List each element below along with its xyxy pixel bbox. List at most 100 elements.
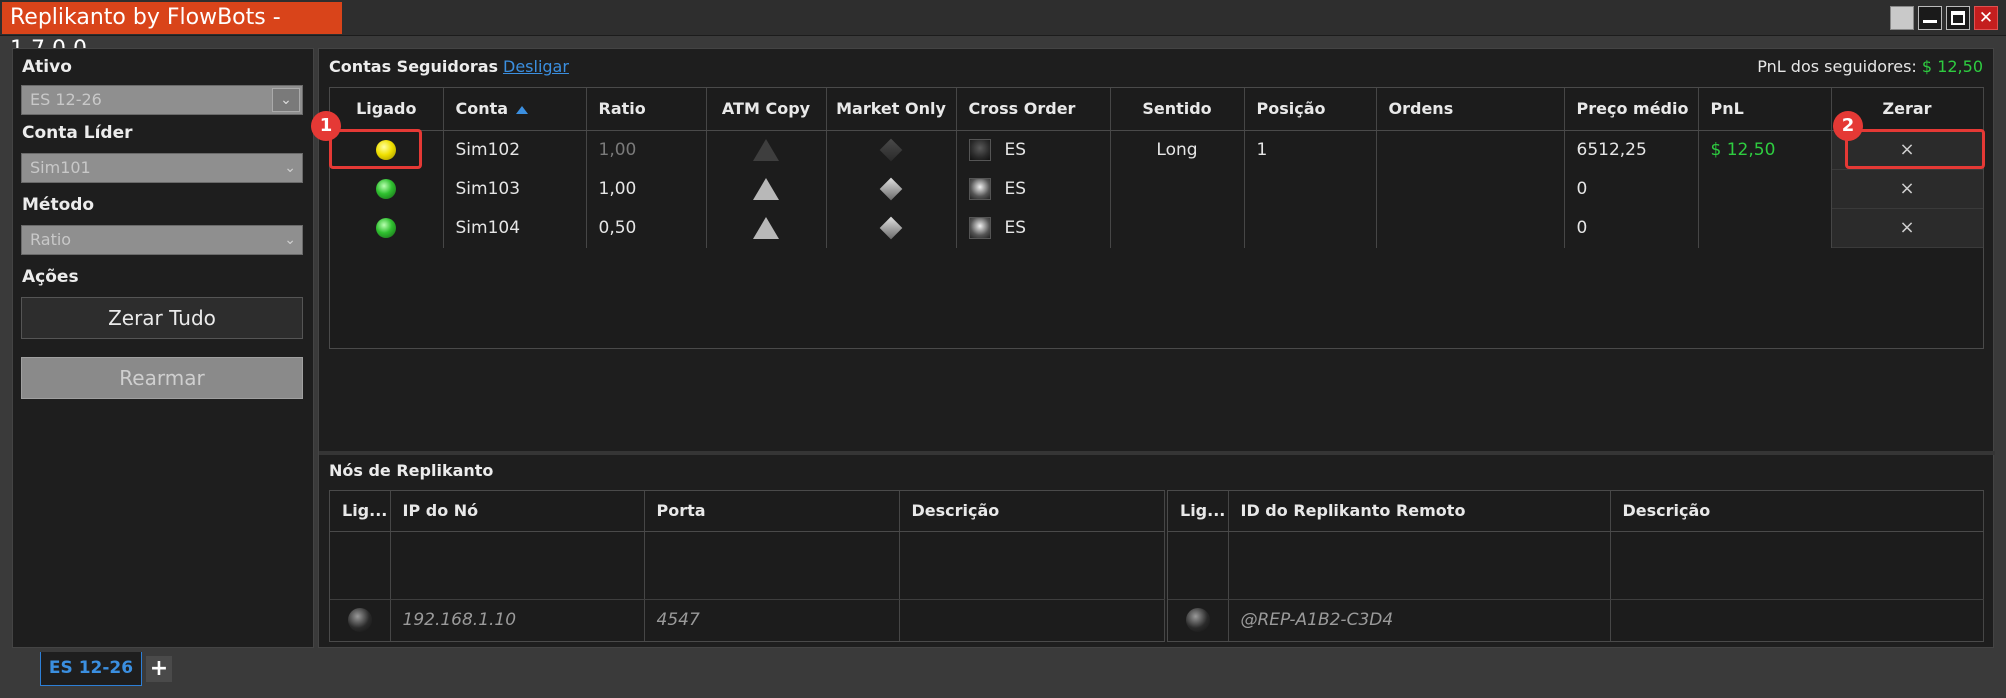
orders-cell <box>1376 169 1565 209</box>
col-atm-copy[interactable]: ATM Copy <box>706 88 827 131</box>
pnl-summary-label: PnL dos seguidores: <box>1757 57 1917 76</box>
maximize-icon[interactable] <box>1946 6 1970 30</box>
atm-copy-icon[interactable] <box>753 139 779 161</box>
ratio-cell[interactable]: 1,00 <box>586 169 707 209</box>
col-market-only[interactable]: Market Only <box>826 88 957 131</box>
list-item <box>1168 531 1984 600</box>
app-title: Replikanto by FlowBots - 1.7.0.0 <box>2 2 342 62</box>
callout-badge-2: 2 <box>1833 111 1863 141</box>
col-preco-medio[interactable]: Preço médio <box>1564 88 1699 131</box>
main-panel: Contas Seguidoras Desligar PnL dos segui… <box>311 48 1995 648</box>
nodes-table: Lig... IP do Nó Porta Descrição 192.168.… <box>329 490 1165 642</box>
col-pnl[interactable]: PnL <box>1698 88 1832 131</box>
ativo-select[interactable]: ES 12-26 ⌄ <box>21 85 303 115</box>
pnl-cell <box>1698 169 1832 209</box>
sort-ascending-icon <box>516 105 529 114</box>
zerar-button[interactable]: × <box>1831 208 1982 248</box>
col-ratio[interactable]: Ratio <box>586 88 707 131</box>
col-remote-ligado[interactable]: Lig... <box>1168 491 1229 532</box>
desligar-link[interactable]: Desligar <box>503 57 569 76</box>
node-status-led-icon[interactable] <box>347 608 372 633</box>
list-item[interactable]: 192.168.1.10 4547 <box>330 599 1165 641</box>
orders-cell <box>1376 208 1565 248</box>
add-tab-button[interactable]: + <box>146 656 172 682</box>
callout-highlight-zerar <box>1845 129 1985 169</box>
col-posicao[interactable]: Posição <box>1244 88 1377 131</box>
cross-order-icon <box>968 217 991 239</box>
direction-cell: Long <box>1110 130 1245 170</box>
node-port-input[interactable]: 4547 <box>644 599 900 641</box>
table-row[interactable]: Sim102 1,00 ES Long 1 6512,25 $ 12,50 × <box>330 130 1984 170</box>
metodo-select[interactable]: Ratio ⌄ <box>21 225 303 255</box>
status-led-green-icon[interactable] <box>376 218 397 238</box>
col-ligado[interactable]: Ligado <box>330 88 444 131</box>
chevron-down-icon[interactable]: ⌄ <box>272 88 300 112</box>
pnl-cell: $ 12,50 <box>1698 130 1832 170</box>
remote-status-led-icon[interactable] <box>1185 608 1210 633</box>
market-only-icon[interactable] <box>879 177 903 201</box>
cross-order-icon <box>968 178 991 200</box>
orders-cell <box>1376 130 1565 170</box>
callout-badge-1: 1 <box>311 111 341 141</box>
ativo-value: ES 12-26 <box>30 90 102 109</box>
window-option-button[interactable] <box>1890 6 1914 30</box>
avg-price-cell: 0 <box>1564 169 1699 209</box>
col-conta-label: Conta <box>455 99 509 119</box>
followers-table: Ligado Conta Ratio ATM Copy Market Only … <box>329 87 1984 349</box>
remote-description-input[interactable] <box>1610 599 1984 641</box>
col-remote-id[interactable]: ID do Replikanto Remoto <box>1228 491 1611 532</box>
col-node-ip[interactable]: IP do Nó <box>390 491 645 532</box>
col-node-descricao[interactable]: Descrição <box>899 491 1165 532</box>
account-cell: Sim103 <box>443 169 587 209</box>
ratio-cell[interactable]: 1,00 <box>586 130 707 170</box>
col-cross-order[interactable]: Cross Order <box>956 88 1111 131</box>
conta-lider-value: Sim101 <box>30 158 91 177</box>
node-description-input[interactable] <box>899 599 1165 641</box>
remote-id-input[interactable]: @REP-A1B2-C3D4 <box>1228 599 1611 641</box>
title-bar: Replikanto by FlowBots - 1.7.0.0 <box>0 0 2006 62</box>
atm-copy-icon[interactable] <box>753 217 779 239</box>
rearmar-button[interactable]: Rearmar <box>21 357 303 399</box>
col-node-porta[interactable]: Porta <box>644 491 900 532</box>
chevron-down-icon: ⌄ <box>284 232 296 248</box>
market-only-icon[interactable] <box>879 138 903 162</box>
cross-order-value: ES <box>1004 179 1027 199</box>
atm-copy-icon[interactable] <box>753 178 779 200</box>
cross-order-cell[interactable]: ES <box>956 208 1111 248</box>
close-icon[interactable] <box>1974 6 1998 30</box>
cross-order-value: ES <box>1004 218 1027 238</box>
zerar-button[interactable]: × <box>1831 169 1982 209</box>
cross-order-icon <box>968 139 991 161</box>
metodo-label: Método <box>22 195 95 215</box>
account-cell: Sim102 <box>443 130 587 170</box>
zerar-tudo-button[interactable]: Zerar Tudo <box>21 297 303 339</box>
tab-es-12-26[interactable]: ES 12-26 <box>40 652 142 686</box>
ratio-cell[interactable]: 0,50 <box>586 208 707 248</box>
status-led-green-icon[interactable] <box>376 179 397 199</box>
followers-pnl-summary: PnL dos seguidores: $ 12,50 <box>1757 57 1983 76</box>
col-node-ligado[interactable]: Lig... <box>330 491 391 532</box>
minimize-icon[interactable] <box>1918 6 1942 30</box>
table-row[interactable]: Sim104 0,50 ES 0 × <box>330 208 1984 248</box>
position-cell <box>1244 169 1377 209</box>
table-row[interactable]: Sim103 1,00 ES 0 × <box>330 169 1984 209</box>
list-item[interactable]: @REP-A1B2-C3D4 <box>1168 599 1984 641</box>
callout-highlight-status <box>329 129 422 169</box>
col-remote-descricao[interactable]: Descrição <box>1610 491 1984 532</box>
market-only-icon[interactable] <box>879 216 903 240</box>
direction-cell <box>1110 169 1245 209</box>
remote-nodes-table: Lig... ID do Replikanto Remoto Descrição… <box>1167 490 1984 642</box>
ativo-label: Ativo <box>22 57 72 77</box>
col-sentido[interactable]: Sentido <box>1110 88 1245 131</box>
direction-cell <box>1110 208 1245 248</box>
chevron-down-icon: ⌄ <box>284 160 296 176</box>
node-ip-input[interactable]: 192.168.1.10 <box>390 599 645 641</box>
cross-order-cell[interactable]: ES <box>956 169 1111 209</box>
col-ordens[interactable]: Ordens <box>1376 88 1565 131</box>
account-cell: Sim104 <box>443 208 587 248</box>
conta-lider-select[interactable]: Sim101 ⌄ <box>21 153 303 183</box>
panel-divider[interactable] <box>319 451 1995 455</box>
col-conta[interactable]: Conta <box>443 88 587 131</box>
avg-price-cell: 6512,25 <box>1564 130 1699 170</box>
cross-order-cell[interactable]: ES <box>956 130 1111 170</box>
